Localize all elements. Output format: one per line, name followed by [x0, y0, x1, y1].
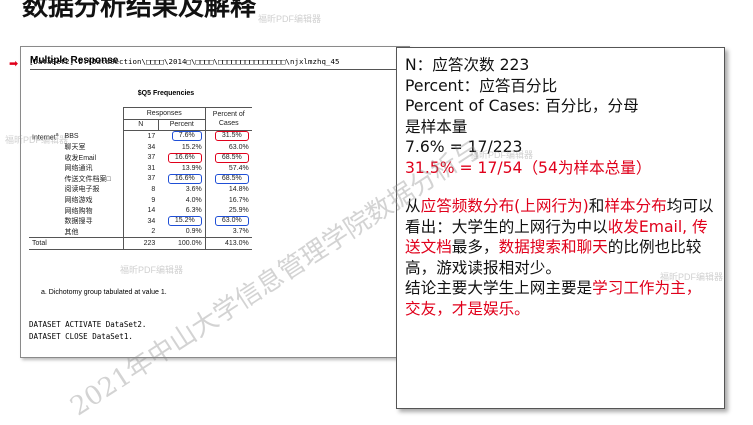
percent-of-cases-cell: 63.0% — [204, 215, 252, 227]
category-label: 聊天室 — [61, 141, 124, 153]
spss-output-panel: Multiple Response ➡ [DataSet2] D:\DataSe… — [9, 46, 410, 358]
table-footnote: a. Dichotomy group tabulated at value 1. — [41, 289, 167, 296]
syntax-line-2: DATASET CLOSE DataSet1. — [29, 332, 133, 341]
category-label: 网络购物 — [61, 205, 124, 216]
n-cell: 8 — [151, 185, 156, 193]
responses-header: Responses — [122, 107, 206, 120]
n-cell: 34 — [147, 217, 156, 225]
n-cell: 9 — [151, 196, 156, 204]
category-label: 网络游戏 — [61, 194, 124, 206]
category-label: 数据搜寻 — [61, 215, 124, 227]
table-row: 其他 2 0.9% 3.7% — [29, 226, 252, 238]
total-percent-of-cases: 413.0% — [204, 237, 252, 250]
percent-of-cases-cell: 68.5% — [204, 173, 252, 185]
note-paragraph-analysis: 从应答频数分布(上网行为)和样本分布均可以看出：大学生的上网行为中以收发Emai… — [405, 197, 714, 277]
percent-cell: 13.9% — [181, 164, 202, 172]
n-header: N — [122, 119, 159, 132]
table-row: 网络游戏 9 4.0% 16.7% — [29, 194, 252, 206]
percent-cell: 15.2% — [158, 216, 205, 227]
total-n: 223 — [122, 237, 159, 250]
syntax-line-1: DATASET ACTIVATE DataSet2. — [29, 320, 147, 329]
total-percent: 100.0% — [158, 237, 206, 250]
table-row: 阅读电子报 8 3.6% 14.8% — [29, 184, 252, 195]
percent-cell: 3.6% — [185, 185, 202, 193]
n-cell: 31 — [147, 164, 156, 172]
table-row: 聊天室 34 15.2% 63.0% — [29, 141, 252, 153]
table-row: 数据搜寻 34 15.2% 63.0% — [29, 215, 252, 227]
highlight-search-chat: 数据搜索和聊天 — [498, 238, 608, 256]
highlight-response-dist: 应答频数分布(上网行为) — [420, 197, 589, 215]
n-cell: 34 — [147, 143, 156, 151]
n-cell: 14 — [147, 207, 156, 215]
percent-cell: 16.6% — [158, 173, 205, 185]
current-output-arrow-icon: ➡ — [9, 57, 19, 70]
group-label: Interneta — [32, 131, 59, 141]
n-cell: 37 — [147, 154, 156, 162]
note-line-n: N：应答次数 223 — [405, 56, 530, 74]
note-line-percent-cases-b: 是样本量 — [405, 117, 468, 136]
table-row: Interneta BBS 17 7.6% 31.5% — [29, 130, 252, 142]
percent-of-cases-cell: 68.5% — [204, 152, 252, 163]
n-cell: 37 — [147, 175, 156, 183]
percent-cell: 15.2% — [181, 143, 202, 151]
note-line-percent: Percent：应答百分比 — [405, 76, 558, 95]
explanation-callout: N：应答次数 223 Percent：应答百分比 Percent of Case… — [396, 47, 725, 409]
spss-content: ➡ [DataSet2] D:\DataSection\□□□□\2014□\□… — [9, 47, 409, 357]
n-cell: 2 — [151, 228, 156, 236]
percent-header: Percent — [157, 119, 206, 132]
highlight-sample-dist: 样本分布 — [604, 197, 667, 215]
table-row: 网络通讯 31 13.9% 57.4% — [29, 162, 252, 174]
total-label: Total — [29, 237, 124, 250]
note-line-example-1: 7.6% = 17/223 — [405, 138, 523, 156]
table-row: 网络购物 14 6.3% 25.9% — [29, 205, 252, 216]
n-cell: 17 — [147, 132, 156, 140]
percent-of-cases-cell: 25.9% — [204, 205, 252, 216]
category-label: 收发Email — [61, 152, 124, 163]
note-line-example-2: 31.5% = 17/54（54为样本总量） — [405, 158, 652, 177]
percent-cell: 7.6% — [158, 131, 205, 142]
note-line-percent-cases-a: Percent of Cases: 百分比，分母 — [405, 97, 639, 115]
percent-of-cases-cell: 57.4% — [204, 162, 252, 174]
category-label: 网络通讯 — [61, 162, 124, 174]
category-label: 传送文件档案□ — [61, 173, 124, 185]
watermark-small-1: 福昕PDF编辑器 — [258, 14, 322, 24]
percent-of-cases-cell: 14.8% — [204, 184, 252, 195]
percent-cell: 4.0% — [185, 196, 202, 204]
frequencies-table-title: $Q5 Frequencies — [137, 90, 195, 97]
percent-cell: 0.9% — [185, 228, 202, 236]
slide-title: 数据分析结果及解释 — [22, 0, 257, 22]
table-row: 传送文件档案□ 37 16.6% 68.5% — [29, 173, 252, 185]
percent-of-cases-cell: 63.0% — [204, 141, 252, 153]
category-label: 阅读电子报 — [61, 184, 124, 195]
percent-of-cases-cell: 3.7% — [204, 226, 252, 238]
note-paragraph-conclusion: 结论主要大学生上网主要是学习工作为主，交友，才是娱乐。 — [405, 279, 702, 318]
category-label: 其他 — [61, 226, 124, 238]
table-row: 收发Email 37 16.6% 68.5% — [29, 152, 252, 163]
percent-cell: 6.3% — [185, 207, 202, 215]
frequencies-table: Responses Percent of Cases N Percent Int… — [29, 106, 252, 250]
percent-of-cases-cell: 31.5% — [204, 130, 252, 142]
percent-of-cases-cell: 16.7% — [204, 194, 252, 206]
percent-cell: 16.6% — [158, 152, 205, 163]
percent-of-cases-header: Percent of Cases — [204, 106, 252, 132]
dataset-path-line: [DataSet2] D:\DataSection\□□□□\2014□\□□□… — [29, 57, 340, 66]
category-label: BBS — [61, 130, 124, 142]
